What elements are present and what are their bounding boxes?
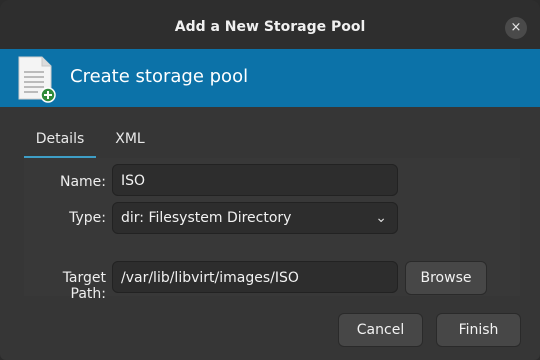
chevron-down-icon: ⌄ (375, 210, 387, 226)
name-label: Name: (59, 174, 106, 190)
tab-xml[interactable]: XML (106, 124, 154, 156)
finish-button[interactable]: Finish (436, 313, 521, 347)
tab-details[interactable]: Details (24, 124, 96, 159)
tab-bar: Details XML (24, 124, 520, 159)
type-select-value: dir: Filesystem Directory (121, 210, 292, 226)
name-input[interactable]: ISO (112, 164, 398, 196)
type-label: Type: (69, 210, 106, 226)
browse-button[interactable]: Browse (405, 261, 487, 295)
document-add-icon (18, 56, 56, 103)
target-path-input[interactable]: /var/lib/libvirt/images/ISO (112, 261, 398, 293)
window-title: Add a New Storage Pool (174, 19, 366, 35)
add-storage-pool-dialog: Add a New Storage Pool × Create storage … (0, 0, 540, 360)
close-button[interactable]: × (505, 17, 527, 39)
title-bar: Add a New Storage Pool × (0, 0, 540, 56)
details-panel: Name: ISO Type: dir: Filesystem Director… (24, 158, 520, 302)
banner-title: Create storage pool (70, 66, 249, 87)
cancel-button[interactable]: Cancel (338, 313, 423, 347)
header-banner: Create storage pool (0, 49, 540, 107)
type-select[interactable]: dir: Filesystem Directory ⌄ (112, 202, 398, 234)
target-path-label: Target Path: (62, 270, 106, 302)
